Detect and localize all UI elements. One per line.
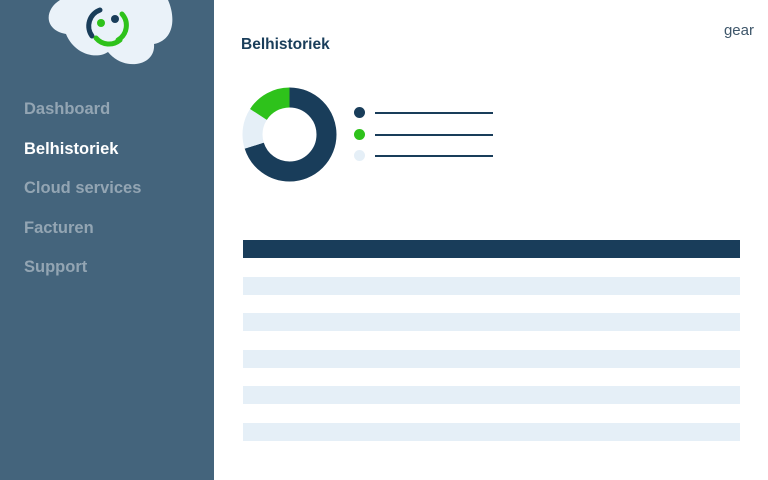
sidebar-item-support[interactable]: Support <box>24 257 141 297</box>
legend-dot <box>354 150 365 161</box>
cloud-logo-icon[interactable] <box>38 0 176 70</box>
page-title: Belhistoriek <box>241 36 330 53</box>
legend-dot <box>354 128 365 140</box>
table-row[interactable] <box>243 386 740 404</box>
table-row[interactable] <box>243 422 740 441</box>
table-row[interactable] <box>243 313 740 331</box>
table-row[interactable] <box>243 349 740 368</box>
gear-icon[interactable]: gear <box>724 22 754 39</box>
legend-item <box>354 105 494 127</box>
sidebar: Dashboard Belhistoriek Cloud services Fa… <box>0 0 214 480</box>
legend-item <box>354 127 494 149</box>
legend-label-placeholder <box>375 155 493 157</box>
call-history-table <box>243 240 740 441</box>
sidebar-item-belhistoriek[interactable]: Belhistoriek <box>24 139 141 179</box>
main-content: Belhistoriek gear <box>214 0 768 480</box>
sidebar-item-facturen[interactable]: Facturen <box>24 218 141 258</box>
sidebar-item-dashboard[interactable]: Dashboard <box>24 99 141 139</box>
legend-label-placeholder <box>375 112 493 114</box>
sidebar-nav: Dashboard Belhistoriek Cloud services Fa… <box>24 99 141 297</box>
sidebar-item-cloud-services[interactable]: Cloud services <box>24 178 141 218</box>
legend-label-placeholder <box>375 133 493 136</box>
donut-chart <box>242 87 337 182</box>
chart-legend <box>354 105 494 170</box>
table-header <box>243 240 740 258</box>
legend-item <box>354 148 494 170</box>
legend-dot <box>354 107 365 118</box>
table-row[interactable] <box>243 276 740 295</box>
